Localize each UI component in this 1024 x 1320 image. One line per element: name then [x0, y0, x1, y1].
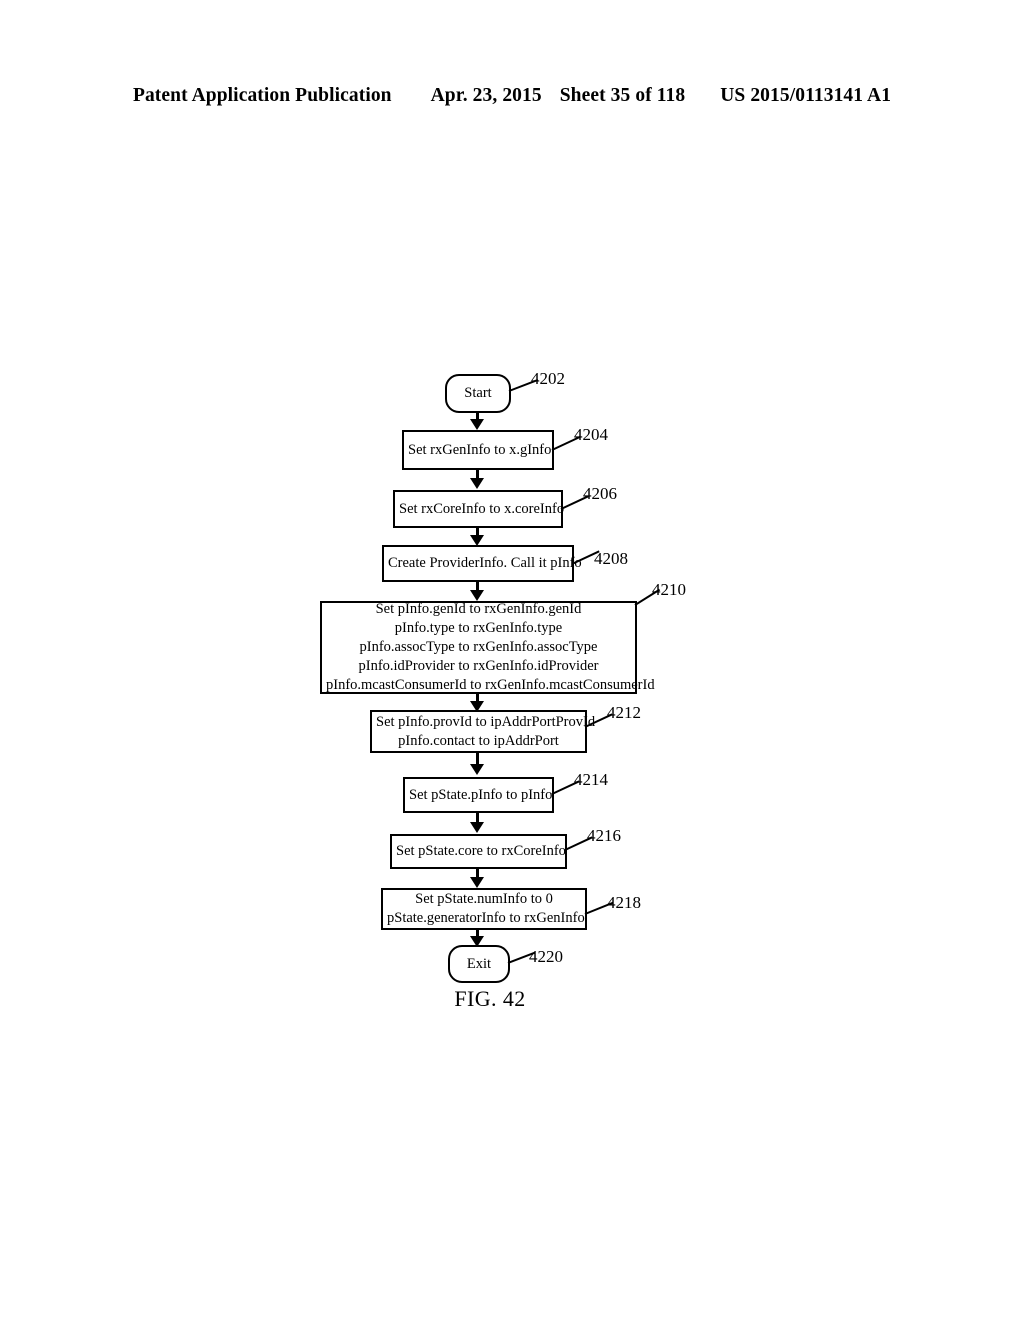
- reference-numeral-4214: 4214: [574, 770, 608, 789]
- flow-node-4218-line-2: pState.generatorInfo to rxGenInfo: [387, 910, 585, 926]
- flow-node-exit: Exit: [448, 945, 510, 983]
- flow-node-4214-line-1: Set pState.pInfo to pInfo: [409, 786, 553, 803]
- flow-node-start-line-1: Start: [464, 385, 492, 402]
- flow-node-4206-line-1: Set rxCoreInfo to x.coreInfo: [399, 500, 565, 517]
- reference-numeral-4210: 4210: [652, 580, 686, 599]
- flow-node-4208-line-1: Create ProviderInfo. Call it pInfo: [388, 555, 582, 572]
- flow-node-4210-line-4: pInfo.idProvider to rxGenInfo.idProvider: [358, 657, 599, 674]
- flow-node-start: Start: [445, 374, 511, 413]
- flow-node-4212: Set pInfo.provId to ipAddrPortProvId pIn…: [370, 710, 596, 753]
- flow-node-4210-line-5: pInfo.mcastConsumerId to rxGenInfo.mcast…: [326, 676, 655, 693]
- reference-numeral-4216: 4216: [587, 826, 621, 845]
- reference-numeral-4206: 4206: [583, 484, 617, 503]
- flow-node-4206: Set rxCoreInfo to x.coreInfo: [393, 490, 565, 528]
- flow-node-4208: Create ProviderInfo. Call it pInfo: [382, 545, 582, 582]
- flow-node-4214: Set pState.pInfo to pInfo: [403, 777, 554, 813]
- figure-caption: FIG. 42: [454, 986, 526, 1011]
- flow-node-4204: Set rxGenInfo to x.gInfo: [402, 430, 554, 470]
- flow-node-4216-line-1: Set pState.core to rxCoreInfo: [396, 843, 566, 860]
- flow-node-4212-line-1: Set pInfo.provId to ipAddrPortProvId: [376, 713, 596, 730]
- flow-node-4210-line-3: pInfo.assocType to rxGenInfo.assocType: [359, 639, 598, 656]
- flow-node-4210-line-1: Set pInfo.genId to rxGenInfo.genId: [375, 601, 582, 618]
- reference-numeral-4218: 4218: [607, 893, 641, 912]
- reference-numeral-4220: 4220: [529, 947, 563, 966]
- reference-numeral-4208: 4208: [594, 549, 628, 568]
- flow-node-4210-line-2: pInfo.type to rxGenInfo.type: [394, 620, 563, 637]
- reference-numeral-4212: 4212: [607, 703, 641, 722]
- flow-node-4210: Set pInfo.genId to rxGenInfo.genId pInfo…: [320, 601, 655, 694]
- reference-numeral-4202: 4202: [531, 369, 565, 388]
- flow-node-4212-line-2: pInfo.contact to ipAddrPort: [398, 732, 559, 749]
- flow-node-4218-line-1: Set pState.numInfo to 0: [415, 891, 553, 908]
- flow-node-4204-line-1: Set rxGenInfo to x.gInfo: [408, 441, 552, 458]
- flowchart-figure: Start 4202 Set rxGenInfo to x.gInfo 4204…: [0, 0, 1024, 1320]
- reference-numeral-4204: 4204: [574, 425, 608, 444]
- flow-node-4216: Set pState.core to rxCoreInfo: [390, 834, 567, 869]
- flow-node-exit-line-1: Exit: [466, 955, 492, 972]
- flow-node-4218: Set pState.numInfo to 0 pState.generator…: [381, 888, 587, 930]
- patent-figure-page: Patent Application Publication Apr. 23, …: [0, 0, 1024, 1320]
